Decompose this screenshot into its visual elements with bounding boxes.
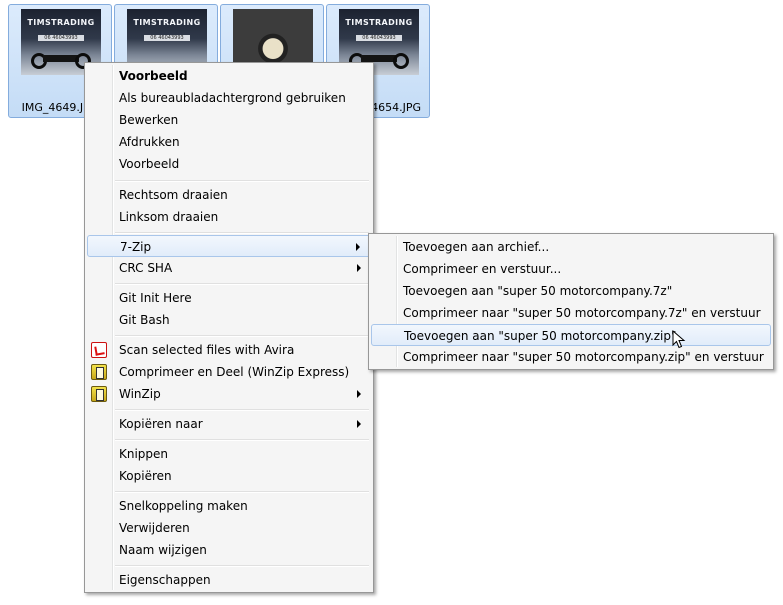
menu-item-afdrukken[interactable]: Afdrukken [87, 131, 371, 153]
menu-item-set-wallpaper[interactable]: Als bureaubladachtergrond gebruiken [87, 87, 371, 109]
menu-item-label: Toevoegen aan "super 50 motorcompany.zip… [404, 329, 677, 343]
watermark-brand: TIMSTRADING [133, 18, 201, 27]
watermark-brand: TIMSTRADING [345, 18, 413, 27]
menu-item-label: Voorbeeld [119, 157, 180, 171]
menu-separator [115, 565, 369, 567]
menu-item-git-init-here[interactable]: Git Init Here [87, 287, 371, 309]
submenu-item-compress-7z-and-email[interactable]: Comprimeer naar "super 50 motorcompany.7… [371, 302, 771, 324]
menu-item-winzip-express[interactable]: Comprimeer en Deel (WinZip Express) [87, 361, 371, 383]
menu-item-label: Kopiëren [119, 469, 172, 483]
menu-item-label: 7-Zip [120, 240, 152, 254]
menu-item-label: Bewerken [119, 113, 179, 127]
menu-item-knippen[interactable]: Knippen [87, 443, 371, 465]
menu-item-label: Git Init Here [119, 291, 192, 305]
menu-item-label: Naam wijzigen [119, 543, 207, 557]
menu-item-label: Snelkoppeling maken [119, 499, 248, 513]
menu-item-scan-avira[interactable]: Scan selected files with Avira [87, 339, 371, 361]
motorbike-image [31, 47, 91, 69]
menu-item-git-bash[interactable]: Git Bash [87, 309, 371, 331]
winzip-icon [91, 364, 107, 380]
watermark-brand: TIMSTRADING [27, 18, 95, 27]
watermark-phone: 06 46043993 [38, 35, 84, 41]
submenu-arrow-icon [357, 390, 361, 398]
menu-item-voorbeeld-default[interactable]: Voorbeeld [87, 65, 371, 87]
menu-item-label: Als bureaubladachtergrond gebruiken [119, 91, 346, 105]
submenu-item-compress-and-email[interactable]: Comprimeer en verstuur... [371, 258, 771, 280]
submenu-item-add-to-archive[interactable]: Toevoegen aan archief... [371, 236, 771, 258]
context-menu: Voorbeeld Als bureaubladachtergrond gebr… [84, 62, 374, 593]
menu-item-naam-wijzigen[interactable]: Naam wijzigen [87, 539, 371, 561]
submenu-arrow-icon [357, 264, 361, 272]
menu-item-label: Knippen [119, 447, 169, 461]
menu-item-label: Comprimeer en Deel (WinZip Express) [119, 365, 350, 379]
menu-item-linksom-draaien[interactable]: Linksom draaien [87, 206, 371, 228]
menu-separator [115, 232, 369, 234]
avira-icon [91, 342, 107, 358]
mouse-pointer-icon [672, 330, 686, 349]
submenu-arrow-icon [356, 243, 360, 251]
menu-item-kopieren-naar[interactable]: Kopiëren naar [87, 413, 371, 435]
watermark-phone: 06 46043993 [356, 35, 402, 41]
menu-item-label: CRC SHA [119, 261, 173, 275]
menu-item-verwijderen[interactable]: Verwijderen [87, 517, 371, 539]
menu-separator [115, 283, 369, 285]
menu-item-label: Rechtsom draaien [119, 188, 228, 202]
submenu-item-compress-zip-and-email[interactable]: Comprimeer naar "super 50 motorcompany.z… [371, 346, 771, 368]
menu-item-label: Git Bash [119, 313, 170, 327]
submenu-7zip: Toevoegen aan archief... Comprimeer en v… [368, 233, 774, 370]
menu-separator [115, 439, 369, 441]
menu-item-7zip[interactable]: 7-Zip [87, 235, 371, 257]
menu-item-label: Eigenschappen [119, 573, 211, 587]
menu-separator [115, 409, 369, 411]
submenu-item-add-to-7z[interactable]: Toevoegen aan "super 50 motorcompany.7z" [371, 280, 771, 302]
menu-item-crc-sha[interactable]: CRC SHA [87, 257, 371, 279]
menu-item-label: Comprimeer en verstuur... [403, 262, 562, 276]
menu-item-label: WinZip [119, 387, 161, 401]
menu-item-rechtsom-draaien[interactable]: Rechtsom draaien [87, 184, 371, 206]
menu-item-label: Verwijderen [119, 521, 190, 535]
menu-item-label: Scan selected files with Avira [119, 343, 295, 357]
menu-separator [115, 491, 369, 493]
menu-item-label: Linksom draaien [119, 210, 219, 224]
menu-item-label: Toevoegen aan "super 50 motorcompany.7z" [403, 284, 673, 298]
menu-item-snelkoppeling-maken[interactable]: Snelkoppeling maken [87, 495, 371, 517]
winzip-icon [91, 386, 107, 402]
menu-item-voorbeeld[interactable]: Voorbeeld [87, 153, 371, 175]
menu-item-kopieren[interactable]: Kopiëren [87, 465, 371, 487]
watermark-phone: 06 46043993 [144, 35, 190, 41]
menu-separator [115, 335, 369, 337]
menu-item-label: Comprimeer naar "super 50 motorcompany.z… [403, 350, 764, 364]
menu-item-label: Voorbeeld [119, 69, 188, 83]
menu-separator [115, 180, 369, 182]
menu-item-eigenschappen[interactable]: Eigenschappen [87, 569, 371, 591]
menu-item-label: Toevoegen aan archief... [403, 240, 550, 254]
submenu-arrow-icon [357, 420, 361, 428]
submenu-item-add-to-zip[interactable]: Toevoegen aan "super 50 motorcompany.zip… [371, 324, 771, 346]
menu-item-bewerken[interactable]: Bewerken [87, 109, 371, 131]
menu-item-label: Comprimeer naar "super 50 motorcompany.7… [403, 306, 761, 320]
menu-item-winzip[interactable]: WinZip [87, 383, 371, 405]
menu-item-label: Afdrukken [119, 135, 180, 149]
menu-item-label: Kopiëren naar [119, 417, 203, 431]
